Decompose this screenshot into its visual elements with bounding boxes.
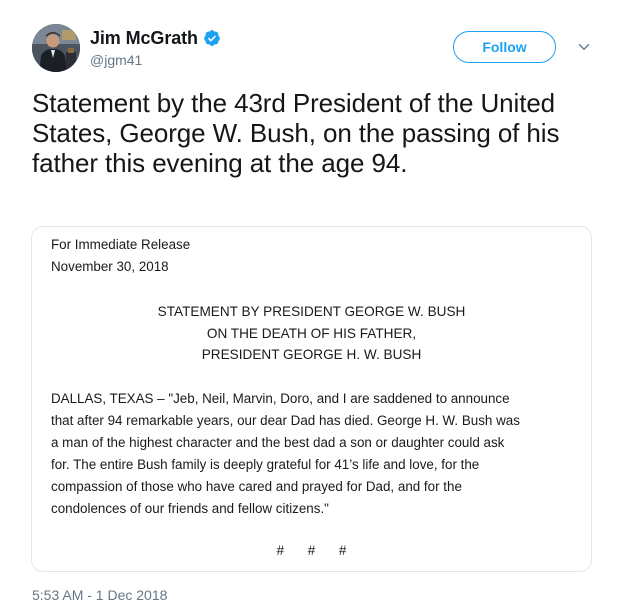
tweet-text: Statement by the 43rd President of the U… (32, 88, 560, 178)
attached-image[interactable]: For Immediate Release November 30, 2018 … (31, 226, 592, 572)
body-line: condolences of our friends and fellow ci… (51, 501, 329, 516)
heading-line: ON THE DEATH OF HIS FATHER, (206, 325, 417, 341)
avatar[interactable] (32, 24, 80, 72)
body-line: DALLAS, TEXAS – "Jeb, Neil, Marvin, Doro… (51, 391, 510, 406)
release-label: For Immediate Release (51, 237, 191, 252)
body-line: a man of the highest character and the b… (51, 435, 505, 450)
statement-heading: STATEMENT BY PRESIDENT GEORGE W. BUSH ON… (32, 301, 591, 366)
body-line: compassion of those who have cared and p… (51, 479, 462, 494)
heading-line: PRESIDENT GEORGE H. W. BUSH (201, 347, 422, 362)
chevron-down-icon[interactable] (578, 41, 590, 53)
heading-line: STATEMENT BY PRESIDENT GEORGE W. BUSH (157, 304, 466, 319)
display-name-row: Jim McGrath (90, 27, 221, 49)
body-line: that after 94 remarkable years, our dear… (51, 413, 520, 428)
body-line: for. The entire Bush family is deeply gr… (51, 457, 480, 472)
tweet: Jim McGrath @jgm41 Follow Statement by t… (0, 0, 623, 610)
statement-body: DALLAS, TEXAS – "Jeb, Neil, Marvin, Doro… (51, 388, 581, 520)
profile-photo-icon (32, 24, 80, 72)
tweet-header: Jim McGrath @jgm41 Follow (32, 24, 595, 74)
follow-button[interactable]: Follow (453, 31, 556, 63)
handle[interactable]: @jgm41 (90, 52, 221, 68)
tweet-timestamp[interactable]: 5:53 AM - 1 Dec 2018 (32, 587, 167, 603)
end-mark: # # # (276, 543, 357, 558)
release-date: November 30, 2018 (51, 259, 169, 274)
verified-badge-icon (204, 30, 220, 46)
author-info: Jim McGrath @jgm41 (90, 27, 221, 68)
statement-document: For Immediate Release November 30, 2018 … (32, 227, 591, 571)
display-name[interactable]: Jim McGrath (90, 28, 198, 49)
